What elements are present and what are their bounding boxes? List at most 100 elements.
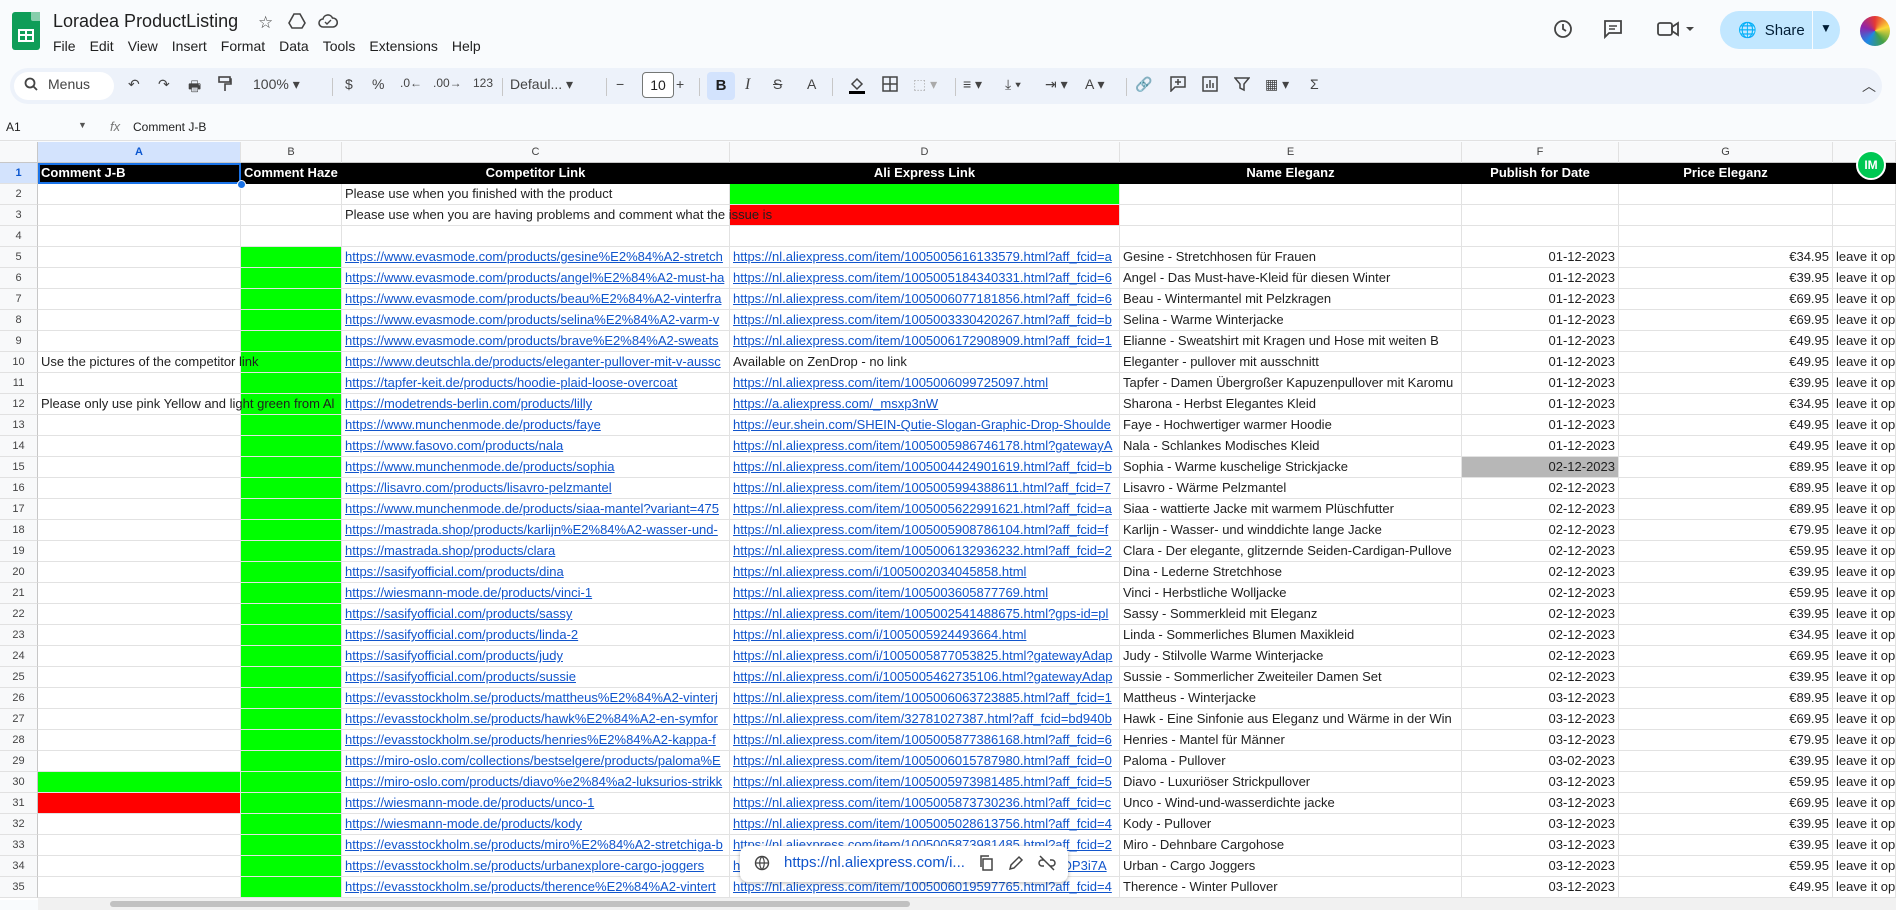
font-size-increase-button[interactable]: + [676, 76, 684, 92]
edit-link-icon[interactable] [1008, 855, 1024, 875]
product-name-cell[interactable]: Kody - Pullover [1120, 814, 1462, 835]
legend-done-text[interactable]: Please use when you finished with the pr… [342, 184, 730, 205]
aliexpress-link-cell[interactable]: https://nl.aliexpress.com/item/100500609… [730, 373, 1120, 394]
competitor-link-cell[interactable]: https://tapfer-keit.de/products/hoodie-p… [342, 373, 730, 394]
share-button[interactable]: 🌐 Share ▼ [1720, 11, 1840, 49]
legend-problem-text[interactable]: Please use when you are having problems … [342, 205, 772, 226]
price-cell[interactable]: €69.95 [1619, 646, 1833, 667]
cell-a3[interactable] [38, 205, 241, 226]
cell-g3[interactable] [1619, 205, 1833, 226]
cell-c4[interactable] [342, 226, 730, 247]
aliexpress-link-cell[interactable]: https://nl.aliexpress.com/i/100500587705… [730, 646, 1120, 667]
row-header[interactable]: 23 [0, 625, 38, 646]
status-cell[interactable]: leave it op [1833, 856, 1896, 877]
aliexpress-link-cell[interactable]: https://nl.aliexpress.com/item/100500599… [730, 478, 1120, 499]
aliexpress-link-cell[interactable]: https://nl.aliexpress.com/item/100500587… [730, 793, 1120, 814]
collapse-toolbar-icon[interactable]: ︿ [1862, 76, 1876, 96]
product-name-cell[interactable]: Karlijn - Wasser- und winddichte lange J… [1120, 520, 1462, 541]
video-call-icon[interactable] [1656, 18, 1696, 46]
comment-jb-cell[interactable] [38, 268, 241, 289]
product-name-cell[interactable]: Lisavro - Wärme Pelzmantel [1120, 478, 1462, 499]
product-name-cell[interactable]: Angel - Das Must-have-Kleid für diesen W… [1120, 268, 1462, 289]
product-name-cell[interactable]: Beau - Wintermantel mit Pelzkragen [1120, 289, 1462, 310]
document-title[interactable]: Loradea ProductListing [53, 11, 238, 32]
publish-date-cell[interactable]: 01-12-2023 [1462, 436, 1619, 457]
comment-haze-cell[interactable] [241, 499, 342, 520]
competitor-link-cell[interactable]: https://evasstockholm.se/products/hawk%E… [342, 709, 730, 730]
status-cell[interactable]: leave it op [1833, 625, 1896, 646]
cell-a1[interactable]: Comment J-B [38, 163, 241, 184]
remove-link-icon[interactable] [1038, 855, 1056, 875]
price-cell[interactable]: €39.95 [1619, 373, 1833, 394]
row-header[interactable]: 35 [0, 877, 38, 898]
aliexpress-link-cell[interactable]: https://nl.aliexpress.com/i/100500546273… [730, 667, 1120, 688]
price-cell[interactable]: €79.95 [1619, 730, 1833, 751]
comment-jb-cell[interactable] [38, 814, 241, 835]
price-cell[interactable]: €89.95 [1619, 688, 1833, 709]
currency-format-button[interactable]: $ [345, 76, 353, 92]
competitor-link-cell[interactable]: https://www.munchenmode.de/products/faye [342, 415, 730, 436]
aliexpress-link-cell[interactable]: https://nl.aliexpress.com/item/100500333… [730, 310, 1120, 331]
cell-b2[interactable] [241, 184, 342, 205]
menu-data[interactable]: Data [279, 38, 316, 54]
competitor-link-cell[interactable]: https://sasifyofficial.com/products/lind… [342, 625, 730, 646]
column-header-e[interactable]: E [1120, 142, 1462, 163]
comment-jb-cell[interactable] [38, 688, 241, 709]
product-name-cell[interactable]: Sophia - Warme kuschelige Strickjacke [1120, 457, 1462, 478]
publish-date-cell[interactable]: 02-12-2023 [1462, 541, 1619, 562]
row-header[interactable]: 17 [0, 499, 38, 520]
price-cell[interactable]: €49.95 [1619, 331, 1833, 352]
aliexpress-link-cell[interactable]: https://nl.aliexpress.com/item/100500606… [730, 688, 1120, 709]
product-name-cell[interactable]: Miro - Dehnbare Cargohose [1120, 835, 1462, 856]
publish-date-cell[interactable]: 01-12-2023 [1462, 352, 1619, 373]
competitor-link-cell[interactable]: https://www.evasmode.com/products/beau%E… [342, 289, 730, 310]
row-header[interactable]: 8 [0, 310, 38, 331]
insert-comment-icon[interactable] [1170, 76, 1186, 95]
publish-date-cell[interactable]: 02-12-2023 [1462, 625, 1619, 646]
cell-d1[interactable]: Ali Express Link [730, 163, 1120, 184]
row-header[interactable]: 16 [0, 478, 38, 499]
publish-date-cell[interactable]: 01-12-2023 [1462, 310, 1619, 331]
price-cell[interactable]: €89.95 [1619, 478, 1833, 499]
comment-haze-cell[interactable] [241, 478, 342, 499]
product-name-cell[interactable]: Dina - Lederne Stretchhose [1120, 562, 1462, 583]
competitor-link-cell[interactable]: https://evasstockholm.se/products/matthe… [342, 688, 730, 709]
comment-jb-cell[interactable] [38, 646, 241, 667]
legend-done-green-swatch[interactable] [730, 184, 1120, 205]
publish-date-cell[interactable]: 01-12-2023 [1462, 268, 1619, 289]
price-cell[interactable]: €79.95 [1619, 520, 1833, 541]
price-cell[interactable]: €89.95 [1619, 499, 1833, 520]
publish-date-cell[interactable]: 03-12-2023 [1462, 709, 1619, 730]
product-name-cell[interactable]: Vinci - Herbstliche Wolljacke [1120, 583, 1462, 604]
price-cell[interactable]: €39.95 [1619, 814, 1833, 835]
name-box-chevron-icon[interactable]: ▼ [78, 120, 87, 130]
menu-help[interactable]: Help [452, 38, 488, 54]
row-header[interactable]: 20 [0, 562, 38, 583]
cell-e2[interactable] [1120, 184, 1462, 205]
increase-decimal-button[interactable]: .00→ [433, 76, 462, 90]
comment-haze-cell[interactable] [241, 730, 342, 751]
comment-jb-cell[interactable] [38, 478, 241, 499]
price-cell[interactable]: €49.95 [1619, 877, 1833, 898]
select-all-corner[interactable] [0, 142, 38, 163]
menu-tools[interactable]: Tools [323, 38, 363, 54]
status-cell[interactable]: leave it op [1833, 877, 1896, 898]
product-name-cell[interactable]: Therence - Winter Pullover [1120, 877, 1462, 898]
name-box[interactable]: A1 [6, 120, 21, 134]
status-cell[interactable]: leave it op [1833, 373, 1896, 394]
competitor-link-cell[interactable]: https://sasifyofficial.com/products/dina [342, 562, 730, 583]
status-cell[interactable]: leave it op [1833, 772, 1896, 793]
price-cell[interactable]: €89.95 [1619, 457, 1833, 478]
comment-haze-cell[interactable] [241, 415, 342, 436]
comment-jb-cell[interactable] [38, 373, 241, 394]
competitor-link-cell[interactable]: https://lisavro.com/products/lisavro-pel… [342, 478, 730, 499]
cell-h3[interactable] [1833, 205, 1896, 226]
comment-haze-cell[interactable] [241, 814, 342, 835]
comment-jb-cell[interactable] [38, 289, 241, 310]
product-name-cell[interactable]: Unco - Wind-und-wasserdichte jacke [1120, 793, 1462, 814]
comment-haze-cell[interactable] [241, 268, 342, 289]
link-chip-url[interactable]: https://nl.aliexpress.com/i... [784, 854, 965, 871]
publish-date-cell[interactable]: 01-12-2023 [1462, 247, 1619, 268]
column-header-a[interactable]: A [38, 142, 241, 163]
price-cell[interactable]: €39.95 [1619, 562, 1833, 583]
